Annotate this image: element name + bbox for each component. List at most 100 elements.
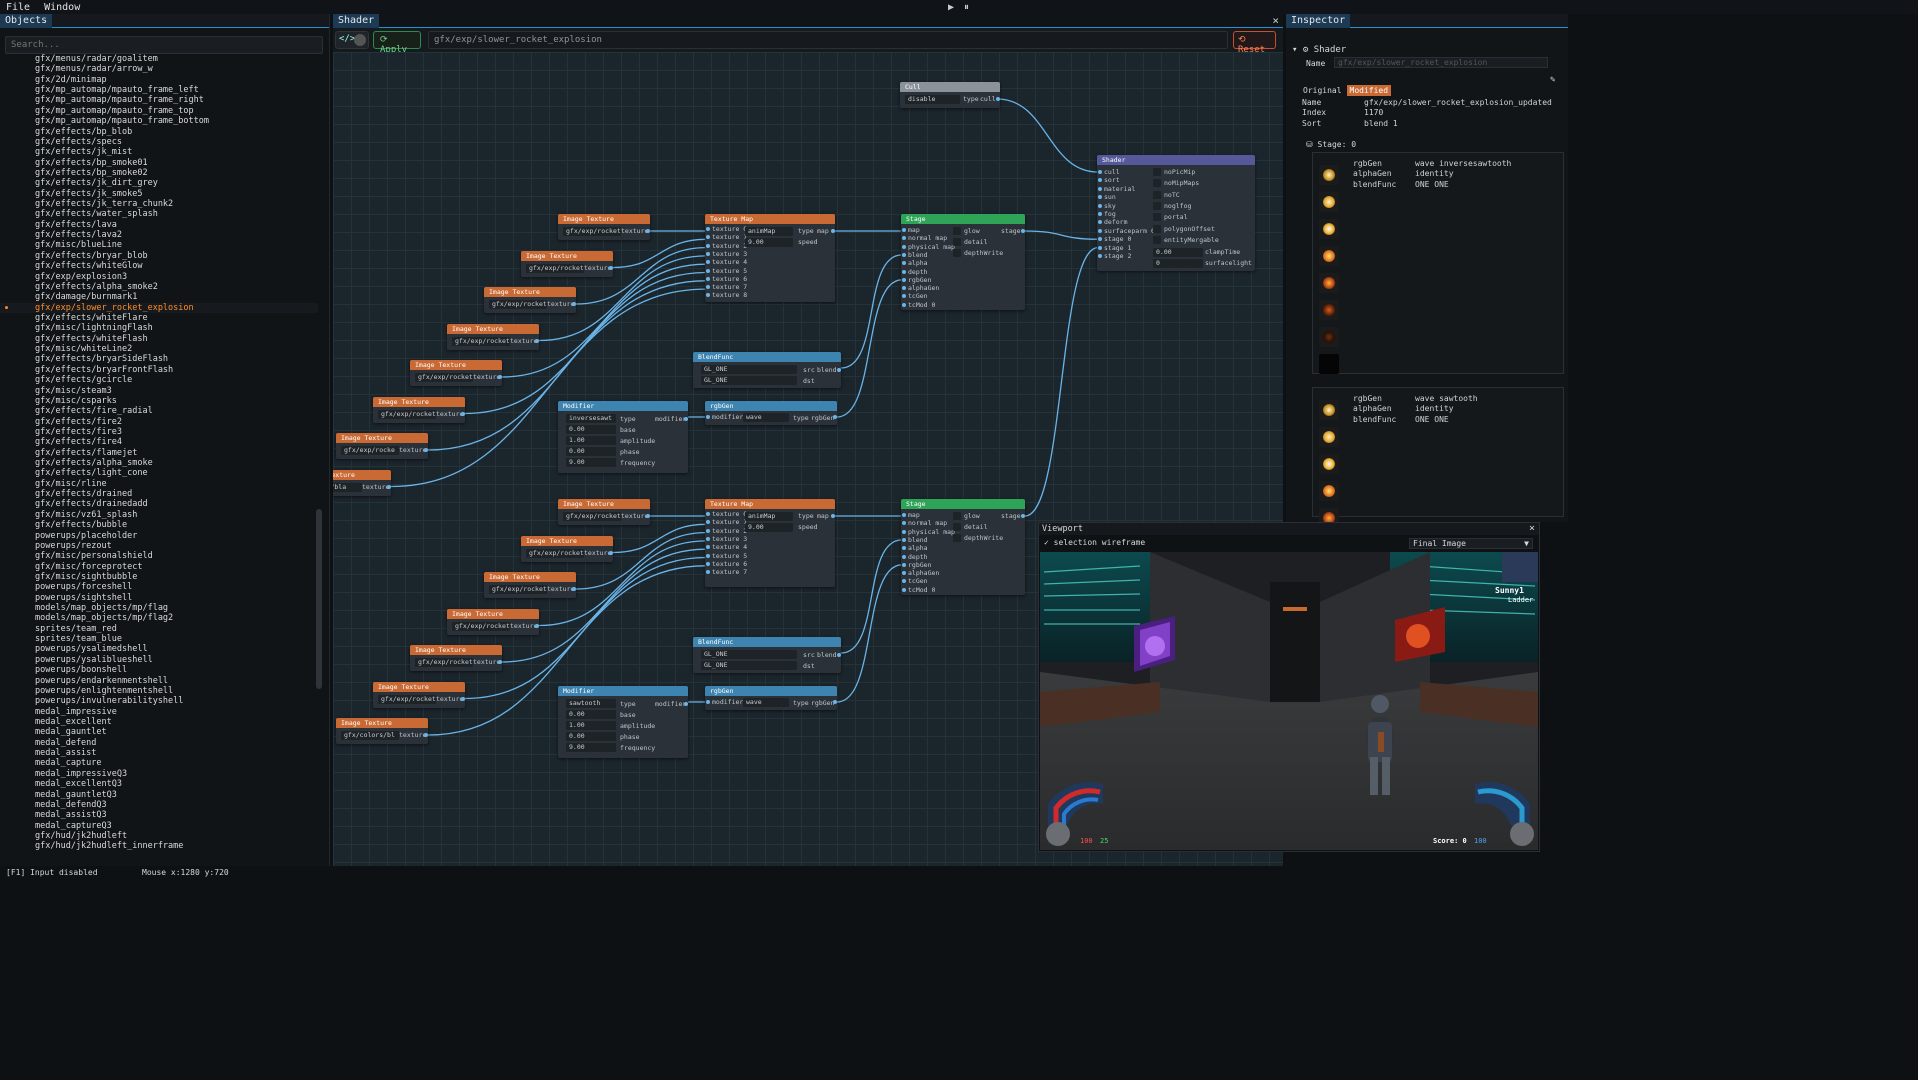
object-list-item[interactable]: gfx/effects/alpha_smoke: [0, 458, 318, 468]
node-header[interactable]: Image Texture: [447, 323, 539, 334]
object-list-item[interactable]: medal_captureQ3: [0, 821, 318, 831]
node-pin[interactable]: [706, 285, 710, 290]
node-pin[interactable]: [902, 277, 906, 282]
object-list-item[interactable]: powerups/forceshell: [0, 582, 318, 592]
node-header[interactable]: Image Texture: [521, 250, 613, 261]
object-list-item[interactable]: powerups/endarkenmentshell: [0, 676, 318, 686]
frame-thumbnail[interactable]: [1319, 165, 1339, 185]
node-pin[interactable]: [1098, 203, 1102, 208]
object-list-item[interactable]: medal_defendQ3: [0, 800, 318, 810]
node-pin[interactable]: [706, 536, 710, 541]
node-header[interactable]: Stage: [901, 214, 1025, 224]
blendfunc-node[interactable]: BlendFunc GL_ONE src GL_ONE dst blend: [693, 637, 841, 673]
node-header[interactable]: Modifier: [558, 401, 688, 411]
node-header[interactable]: Shader: [1097, 155, 1255, 165]
edit-icon[interactable]: ✎: [1550, 75, 1555, 85]
node-pin[interactable]: [572, 587, 576, 591]
stage-node[interactable]: Stage map normal map physical map blend alpha…: [901, 214, 1025, 310]
texture-path-field[interactable]: gfx/exp/rocke: [341, 446, 399, 455]
node-pin[interactable]: [498, 375, 502, 379]
object-list-item[interactable]: gfx/effects/bp_blob: [0, 127, 318, 137]
node-header[interactable]: Texture Map: [705, 499, 835, 509]
object-list-item[interactable]: medal_assistQ3: [0, 810, 318, 820]
node-pin[interactable]: [837, 368, 841, 372]
object-list-item[interactable]: gfx/2d/minimap: [0, 75, 318, 85]
object-list-item[interactable]: gfx/misc/sightbubble: [0, 572, 318, 582]
stage-flag-checkbox[interactable]: [953, 227, 961, 235]
render-mode-select[interactable]: Final Image ▼: [1409, 538, 1533, 549]
node-pin[interactable]: [902, 546, 906, 551]
texture-path-field[interactable]: gfx/exp/rocket: [489, 585, 547, 594]
object-list-item[interactable]: gfx/mp_automap/mpauto_frame_bottom: [0, 116, 318, 126]
node-pin[interactable]: [902, 252, 906, 257]
object-list-item[interactable]: gfx/exp/slower_rocket_explosion: [0, 302, 318, 313]
object-list-item[interactable]: gfx/effects/whiteGlow: [0, 261, 318, 271]
node-header[interactable]: Image Texture: [521, 535, 613, 546]
speed-field[interactable]: 9.00: [745, 238, 793, 247]
node-pin[interactable]: [833, 700, 837, 704]
object-list-item[interactable]: powerups/ysalimedshell: [0, 644, 318, 654]
object-list-item[interactable]: medal_impressive: [0, 707, 318, 717]
object-list-item[interactable]: gfx/effects/fire2: [0, 417, 318, 427]
object-list-item[interactable]: gfx/effects/flamejet: [0, 448, 318, 458]
node-pin[interactable]: [902, 244, 906, 249]
object-list-item[interactable]: gfx/menus/radar/goalitem: [0, 54, 318, 64]
texmap-mode-dropdown[interactable]: animMap: [745, 227, 793, 236]
object-list-item[interactable]: gfx/misc/blueLine: [0, 240, 318, 250]
frame-thumbnail[interactable]: [1319, 246, 1339, 266]
object-list-item[interactable]: powerups/rezout: [0, 541, 318, 551]
object-list-item[interactable]: powerups/ysaliblueshell: [0, 655, 318, 665]
node-header[interactable]: rgbGen: [705, 401, 837, 411]
rgbgen-node[interactable]: rgbGen modifier wave type rgbGen: [705, 686, 837, 710]
texture-path-field[interactable]: gfx/colors/bl: [341, 731, 399, 740]
flag-checkbox[interactable]: [1153, 224, 1161, 233]
stage-flag-checkbox[interactable]: [953, 534, 961, 542]
frame-thumbnail[interactable]: [1319, 400, 1339, 420]
node-pin[interactable]: [902, 261, 906, 266]
node-pin[interactable]: [706, 520, 710, 525]
node-pin[interactable]: [706, 243, 710, 248]
texture-map-node[interactable]: Texture Map texture 0 texture 1 texture 2 te…: [705, 499, 835, 587]
image-texture-node[interactable]: Image Texture gfx/exp/rocket texture: [373, 396, 465, 423]
node-pin[interactable]: [498, 660, 502, 664]
object-list-item[interactable]: medal_gauntlet: [0, 727, 318, 737]
object-list-item[interactable]: models/map_objects/mp/flag: [0, 603, 318, 613]
search-input[interactable]: [5, 36, 323, 54]
texture-path-field[interactable]: gfx/exp/rocket: [378, 694, 436, 704]
object-list-item[interactable]: sprites/team_red: [0, 624, 318, 634]
image-texture-node[interactable]: Image Texture gfx/exp/rocket texture: [410, 645, 502, 671]
node-pin[interactable]: [1098, 195, 1102, 200]
node-pin[interactable]: [706, 276, 710, 281]
flag-checkbox[interactable]: [1153, 201, 1161, 210]
object-list-item[interactable]: medal_impressiveQ3: [0, 769, 318, 779]
object-list-item[interactable]: gfx/effects/jk_terra_chunk2: [0, 199, 318, 209]
node-pin[interactable]: [1098, 245, 1102, 250]
frame-thumbnail[interactable]: [1319, 454, 1339, 474]
modifier-value-field[interactable]: 0.00: [566, 447, 616, 456]
object-list-item[interactable]: gfx/effects/water_splash: [0, 209, 318, 219]
image-texture-node[interactable]: Image Texture gfx/exp/rocket texture: [484, 287, 576, 313]
texture-path-field[interactable]: gfx/exp/rocket: [563, 512, 621, 521]
node-pin[interactable]: [902, 579, 906, 584]
image-texture-node[interactable]: Image Texture gfx/exp/rocket texture: [447, 323, 539, 350]
node-header[interactable]: BlendFunc: [693, 637, 841, 647]
apply-button[interactable]: ⟳ Apply: [373, 31, 421, 55]
texture-path-field[interactable]: gfx/exp/rocket: [415, 373, 473, 382]
object-list-item[interactable]: gfx/effects/jk_smoke5: [0, 189, 318, 199]
object-list-item[interactable]: gfx/misc/lightningFlash: [0, 323, 318, 333]
node-pin[interactable]: [609, 550, 613, 555]
code-view-toggle[interactable]: </>: [335, 31, 369, 49]
speed-field[interactable]: 9.00: [745, 523, 793, 532]
modifier-node[interactable]: Modifier inversesawt type 0.00 base 1.00 ampli…: [558, 401, 688, 473]
object-list-item[interactable]: gfx/effects/fire_radial: [0, 406, 318, 416]
node-pin[interactable]: [706, 528, 710, 533]
object-list-item[interactable]: gfx/hud/jk2hudleft: [0, 831, 318, 841]
node-header[interactable]: Image Texture: [333, 469, 391, 480]
texture-path-field[interactable]: gfx/exp/rocket: [378, 409, 436, 419]
node-pin[interactable]: [1098, 237, 1102, 242]
node-pin[interactable]: [706, 293, 710, 298]
node-pin[interactable]: [902, 587, 906, 592]
node-pin[interactable]: [706, 235, 710, 240]
object-list-item[interactable]: gfx/effects/fire4: [0, 437, 318, 447]
frame-thumbnail[interactable]: [1319, 300, 1339, 320]
